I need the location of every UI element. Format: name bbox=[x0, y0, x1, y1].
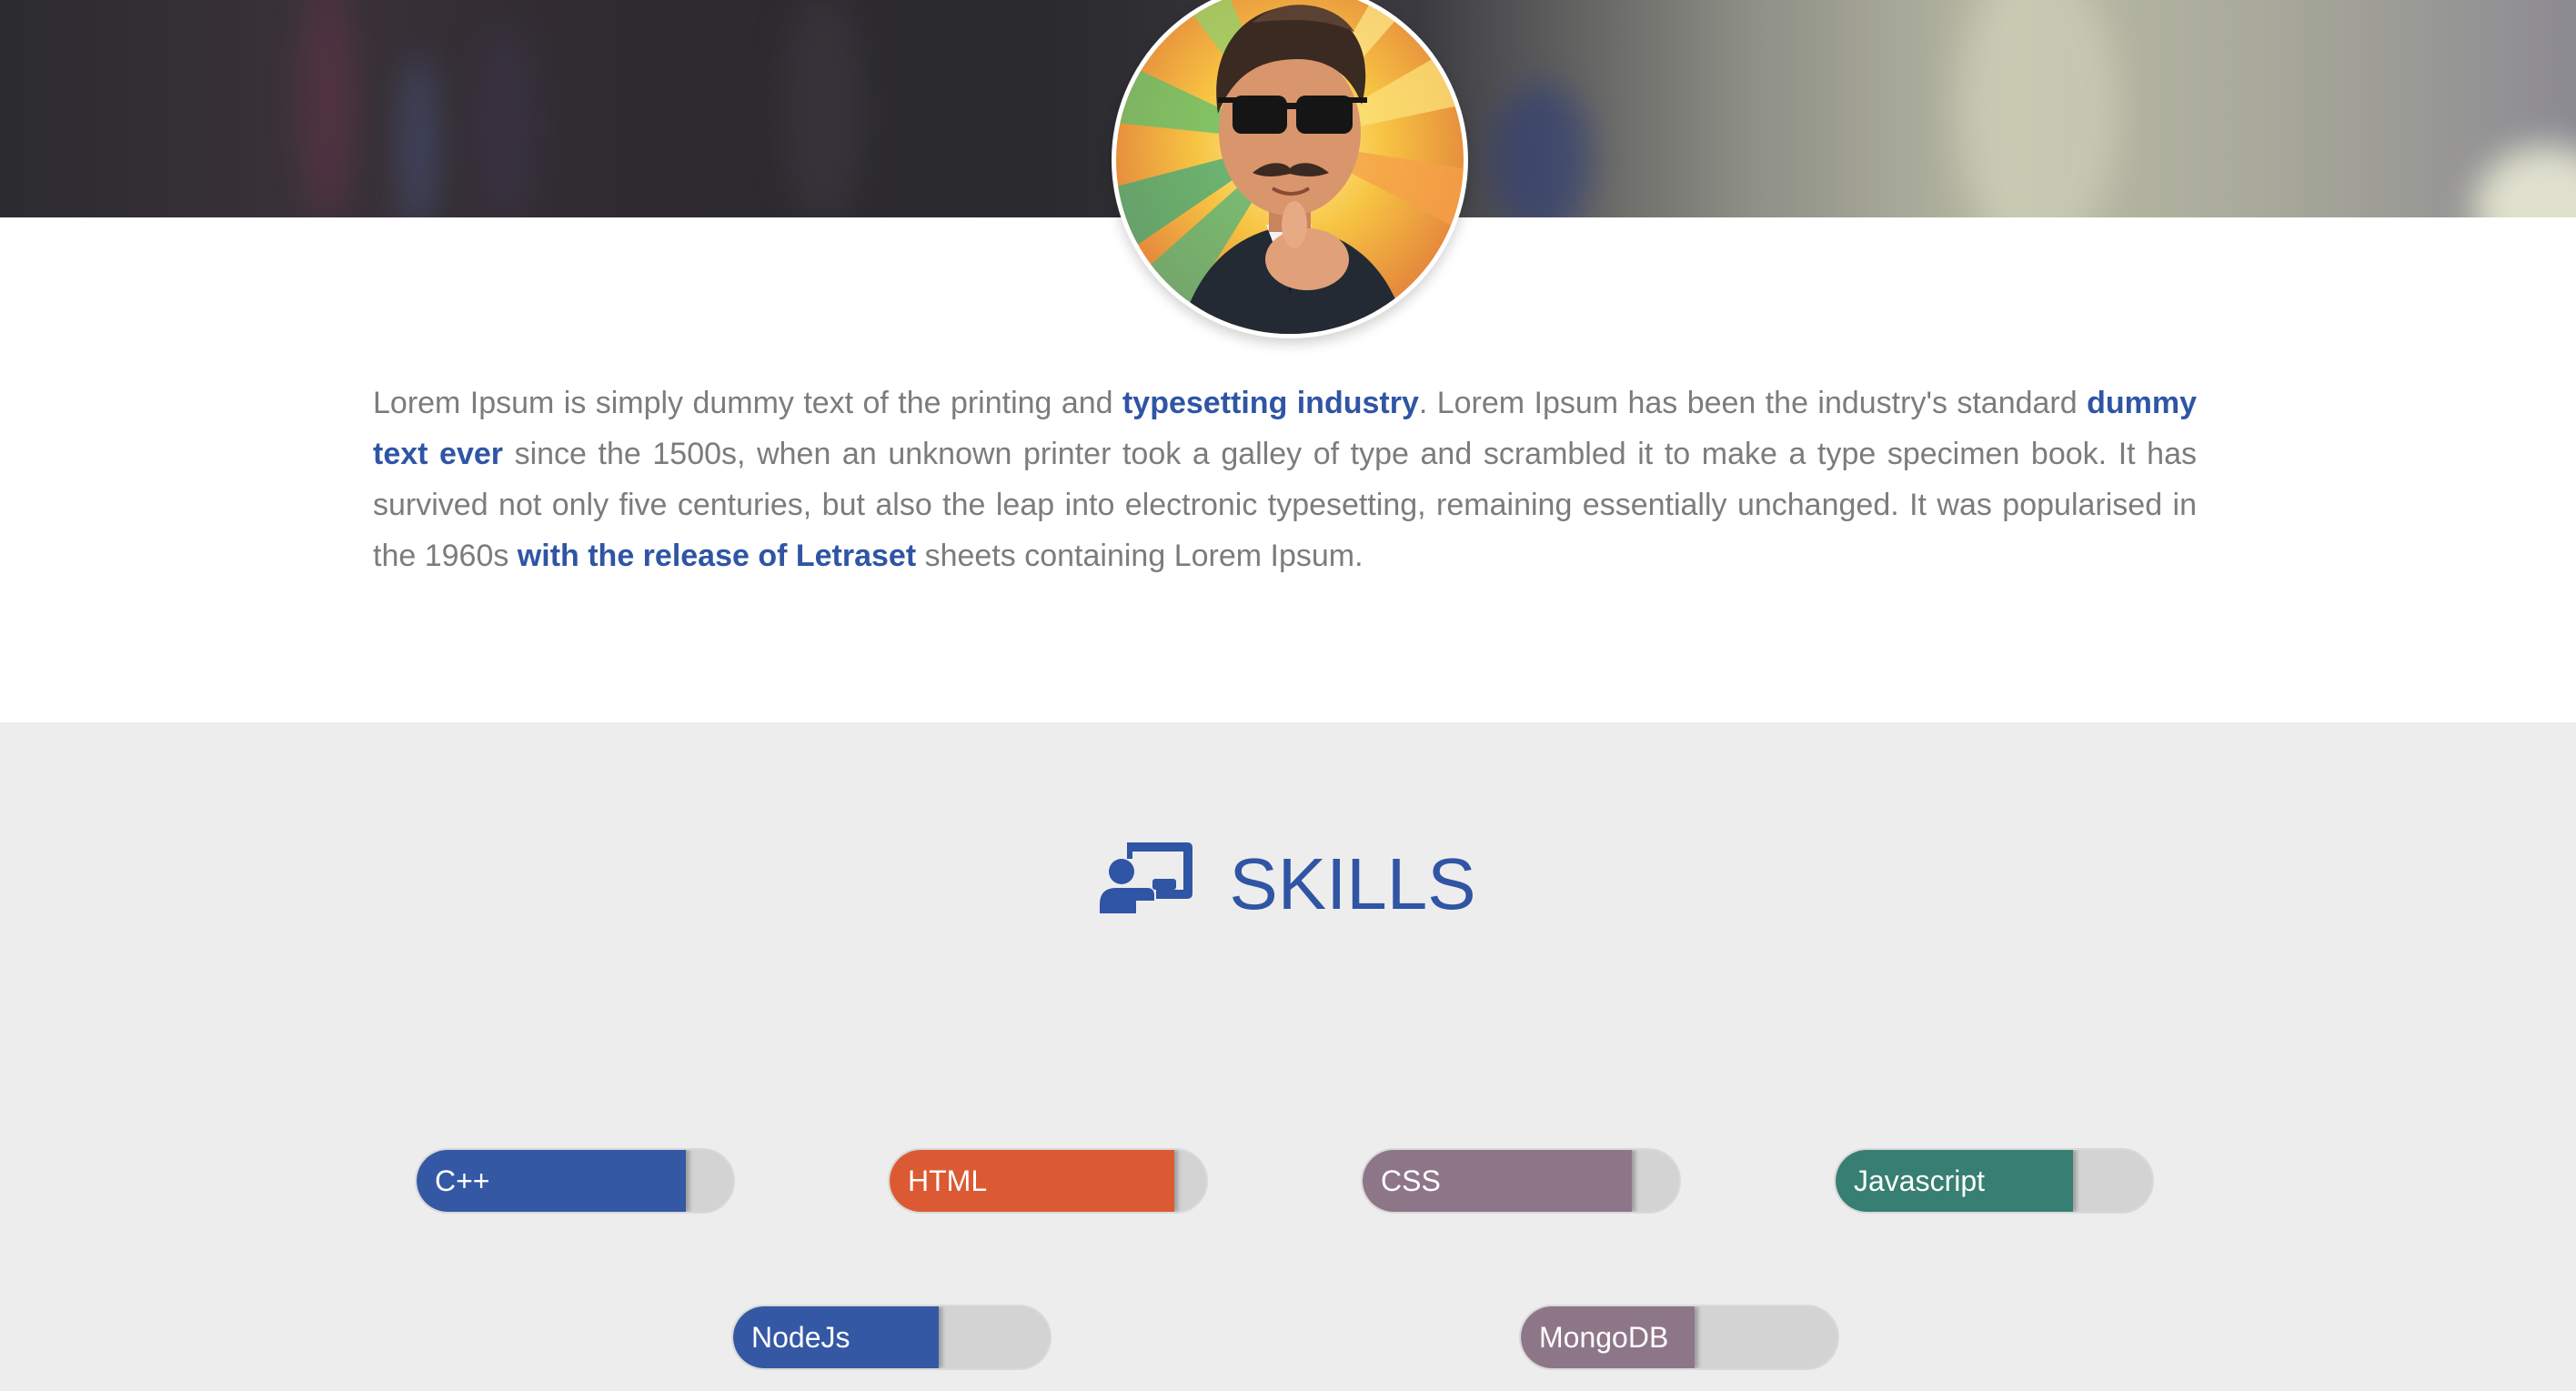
skill-name: NodeJs bbox=[751, 1321, 850, 1354]
profile-avatar bbox=[1112, 0, 1468, 338]
profile-page: Lorem Ipsum is simply dummy text of the … bbox=[0, 0, 2576, 1391]
skill-bar-css: CSS bbox=[1361, 1148, 1681, 1214]
skill-name: MongoDB bbox=[1539, 1321, 1669, 1354]
about-text: sheets containing Lorem Ipsum. bbox=[916, 539, 1363, 573]
about-highlight: with the release of Letraset bbox=[517, 539, 917, 573]
about-text: . Lorem Ipsum has been the industry's st… bbox=[1418, 386, 2088, 420]
skills-title: SKILLS bbox=[1229, 842, 1476, 924]
about-paragraph: Lorem Ipsum is simply dummy text of the … bbox=[373, 378, 2197, 581]
skill-name: C++ bbox=[435, 1164, 490, 1197]
skill-name: HTML bbox=[908, 1164, 988, 1197]
skill-bar-mongodb: MongoDB bbox=[1519, 1305, 1839, 1370]
about-text: Lorem Ipsum is simply dummy text of the … bbox=[373, 386, 1122, 420]
skill-name: CSS bbox=[1381, 1164, 1441, 1197]
skill-bar-javascript: Javascript bbox=[1834, 1148, 2154, 1214]
skill-bar-cpp: C++ bbox=[415, 1148, 735, 1214]
skill-bar-nodejs: NodeJs bbox=[731, 1305, 1052, 1370]
avatar-illustration bbox=[1116, 0, 1464, 334]
skill-name: Javascript bbox=[1854, 1164, 1986, 1197]
skills-section: SKILLS C++ HTML CSS Javascript NodeJs Mo… bbox=[0, 722, 2576, 1391]
skill-bar-html: HTML bbox=[888, 1148, 1208, 1214]
skills-heading: SKILLS bbox=[0, 833, 2576, 930]
chalkboard-teacher-icon bbox=[1100, 839, 1194, 915]
about-highlight: typesetting industry bbox=[1122, 386, 1419, 420]
